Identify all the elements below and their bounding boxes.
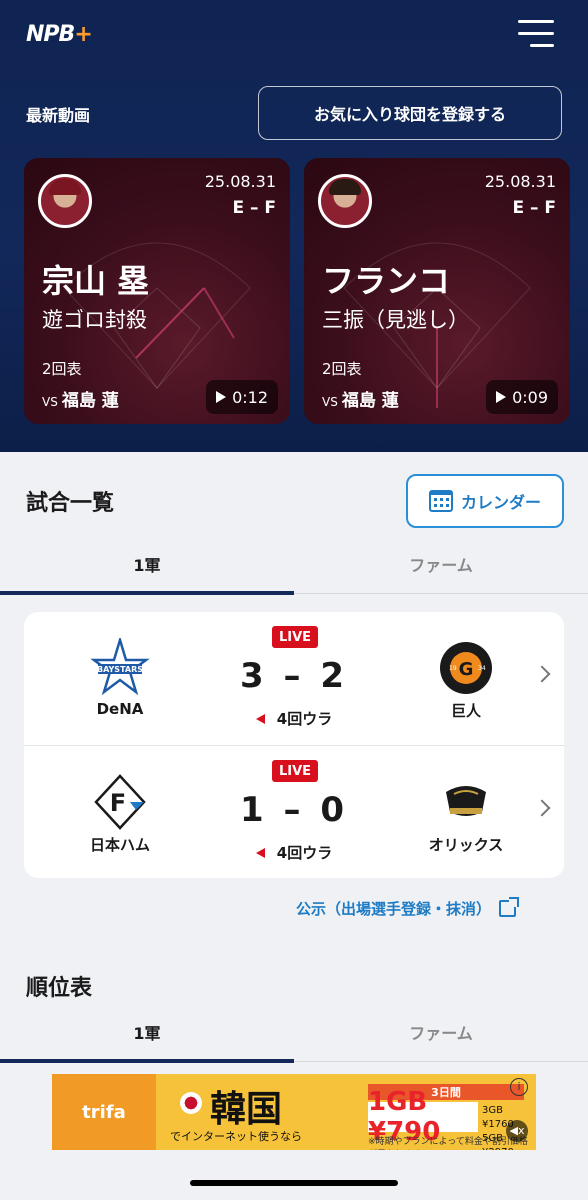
svg-text:19: 19 <box>449 665 457 672</box>
player-avatar <box>38 174 92 228</box>
play-icon <box>216 391 227 403</box>
tab-first-team[interactable]: 1軍 <box>0 1002 294 1063</box>
external-link-icon <box>499 897 520 917</box>
tab-first-team[interactable]: 1軍 <box>0 534 294 595</box>
video-matchup: E – F <box>232 198 276 218</box>
calendar-button[interactable]: カレンダー <box>406 474 564 528</box>
svg-text:34: 34 <box>478 665 486 672</box>
play-icon <box>496 391 507 403</box>
ad-brand: trifa <box>52 1074 156 1150</box>
video-inning: 2回表 <box>322 360 362 378</box>
games-list: BAYSTARS DeNA LIVE 3 – 2 4回ウラ G 19 34 巨人… <box>24 612 564 878</box>
hero-section: NPB+ 最新動画 お気に入り球団を登録する 25.08.31 E – F 宗山… <box>0 0 588 452</box>
ad-subtitle: でインターネット使うなら <box>170 1130 302 1143</box>
register-favorite-team-button[interactable]: お気に入り球団を登録する <box>258 86 562 140</box>
video-inning: 2回表 <box>42 360 82 378</box>
live-badge: LIVE <box>272 760 318 782</box>
giants-logo-icon: G 19 34 <box>440 642 492 694</box>
game-row[interactable]: BAYSTARS DeNA LIVE 3 – 2 4回ウラ G 19 34 巨人 <box>24 612 564 745</box>
game-score: 1 – 0 <box>240 790 348 830</box>
video-card[interactable]: 25.08.31 E – F 宗山 塁 遊ゴロ封殺 2回表 VS 福島 蓮 0:1… <box>24 158 290 424</box>
home-indicator <box>190 1180 398 1186</box>
fighters-logo-icon: F <box>94 774 146 830</box>
tab-farm[interactable]: ファーム <box>294 1002 588 1062</box>
play-result: 遊ゴロ封殺 <box>42 308 147 332</box>
ad-price: 1GB ¥790 <box>368 1087 478 1147</box>
player-name: 宗山 塁 <box>42 262 150 300</box>
baystars-logo-icon: BAYSTARS <box>90 638 150 696</box>
game-status: 4回ウラ <box>194 708 394 729</box>
buffaloes-logo-icon <box>446 786 486 816</box>
inning-arrow-icon <box>255 848 265 858</box>
opponent-pitcher: VS 福島 蓮 <box>322 391 399 411</box>
svg-text:BAYSTARS: BAYSTARS <box>97 665 143 674</box>
inning-arrow-icon <box>255 714 265 724</box>
chevron-right-icon[interactable] <box>533 665 551 683</box>
korea-flag-icon <box>180 1092 202 1114</box>
home-team-name: DeNA <box>96 700 144 718</box>
hamburger-menu-icon[interactable] <box>518 20 554 48</box>
video-date: 25.08.31 <box>204 172 276 191</box>
video-card[interactable]: 25.08.31 E – F フランコ 三振（見逃し） 2回表 VS 福島 蓮 0… <box>304 158 570 424</box>
tab-farm[interactable]: ファーム <box>294 534 588 594</box>
away-team-name: オリックス <box>428 836 504 854</box>
home-team-name: 日本ハム <box>89 836 150 854</box>
player-name: フランコ <box>322 262 451 300</box>
away-team-name: 巨人 <box>450 702 481 720</box>
play-result: 三振（見逃し） <box>322 308 469 332</box>
play-duration-button[interactable]: 0:12 <box>206 380 278 414</box>
ad-country: 韓国 <box>210 1089 283 1130</box>
games-tabs: 1軍 ファーム <box>0 534 588 595</box>
game-row[interactable]: F 日本ハム LIVE 1 – 0 4回ウラ オリックス <box>24 745 564 878</box>
games-section-title: 試合一覧 <box>26 491 115 516</box>
calendar-icon <box>428 490 453 512</box>
video-date: 25.08.31 <box>484 172 556 191</box>
standings-tabs: 1軍 ファーム <box>0 1002 588 1063</box>
npb-plus-logo[interactable]: NPB+ <box>26 22 93 47</box>
live-badge: LIVE <box>272 626 318 648</box>
ad-banner[interactable]: trifa 韓国 でインターネット使うなら 3日間 1GB ¥790 3GB ¥… <box>52 1074 536 1150</box>
roster-notice-link[interactable]: 公示（出場選手登録・抹消） <box>296 897 520 919</box>
mute-icon[interactable]: ◀x <box>506 1120 528 1142</box>
standings-section-title: 順位表 <box>26 976 93 1001</box>
chevron-right-icon[interactable] <box>533 799 551 817</box>
svg-text:G: G <box>459 659 474 680</box>
play-duration-button[interactable]: 0:09 <box>486 380 558 414</box>
video-matchup: E – F <box>512 198 556 218</box>
game-status: 4回ウラ <box>194 842 394 863</box>
ad-info-icon[interactable]: i <box>510 1078 528 1096</box>
game-score: 3 – 2 <box>240 656 348 696</box>
opponent-pitcher: VS 福島 蓮 <box>42 391 119 411</box>
latest-videos-label: 最新動画 <box>26 106 91 125</box>
player-avatar <box>318 174 372 228</box>
svg-text:F: F <box>110 789 126 817</box>
